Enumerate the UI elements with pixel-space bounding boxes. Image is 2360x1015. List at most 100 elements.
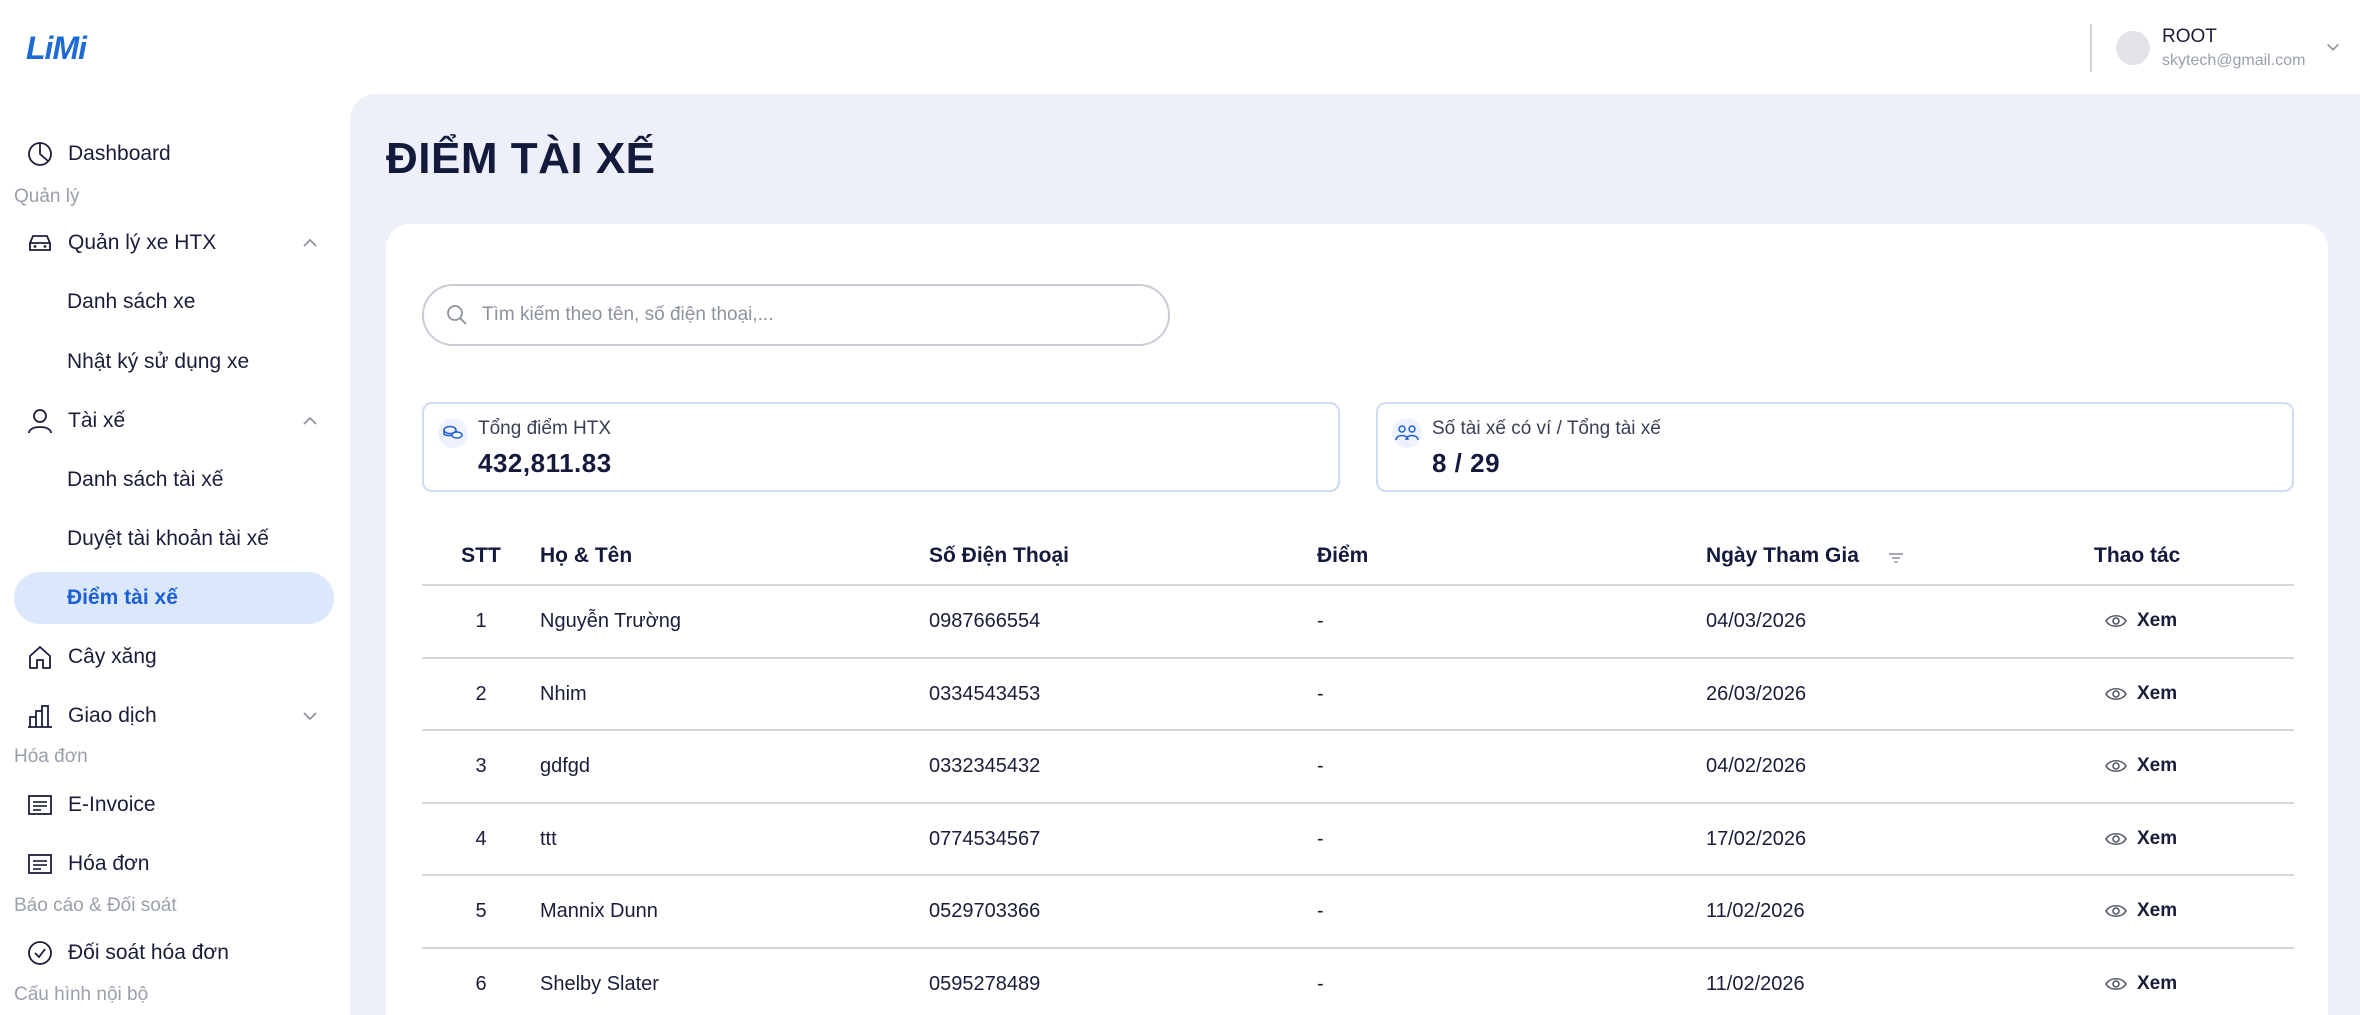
- table-row: 2 Nhim 0334543453 - 26/03/2026 Xem: [422, 659, 2294, 731]
- chevron-up-icon: [303, 238, 317, 247]
- eye-icon: [2105, 614, 2127, 628]
- chevron-down-icon[interactable]: [2324, 38, 2342, 56]
- sidebar-item-label: Điểm tài xế: [67, 586, 178, 609]
- sidebar-item-vehicle-list[interactable]: Danh sách xe: [14, 276, 334, 328]
- page-title: ĐIỂM TÀI XẾ: [386, 134, 656, 183]
- header-date[interactable]: Ngày Tham Gia: [1706, 544, 1859, 568]
- cell-name: gdfgd: [540, 755, 591, 777]
- sidebar-item-driver-list[interactable]: Danh sách tài xế: [14, 454, 334, 506]
- section-label-quanly: Quản lý: [14, 186, 80, 207]
- cell-stt: 3: [475, 755, 487, 777]
- sidebar-item-vehicle-log[interactable]: Nhật ký sử dụng xe: [14, 336, 334, 388]
- table-row: 1 Nguyễn Trường 0987666554 - 04/03/2026 Xem: [422, 586, 2294, 659]
- eye-icon: [2105, 759, 2127, 773]
- user-menu[interactable]: ROOT skytech@gmail.com: [2090, 24, 2360, 72]
- cell-stt: 2: [475, 682, 487, 705]
- cell-date: 11/02/2026: [1706, 900, 1805, 922]
- cell-points: -: [1317, 900, 1324, 922]
- view-button-label: Xem: [2137, 755, 2178, 776]
- view-button[interactable]: Xem: [2105, 828, 2177, 850]
- section-label-cauhinh: Cấu hình nội bộ: [14, 984, 149, 1005]
- view-button[interactable]: Xem: [2105, 973, 2177, 995]
- sidebar-item-driver-approve[interactable]: Duyệt tài khoản tài xế: [14, 513, 334, 565]
- cell-date: 26/03/2026: [1706, 682, 1807, 705]
- car-icon: [26, 229, 54, 257]
- invoice-icon: [26, 791, 54, 819]
- sidebar-item-label: Nhật ký sử dụng xe: [67, 350, 250, 373]
- eye-icon: [2105, 904, 2127, 918]
- sidebar-item-invoice[interactable]: Hóa đơn: [14, 838, 334, 890]
- cell-name: Nguyễn Trường: [540, 610, 682, 632]
- home-icon: [26, 643, 54, 671]
- sidebar-item-driver-points[interactable]: Điểm tài xế: [14, 572, 334, 624]
- header-points: Điểm: [1317, 544, 1369, 567]
- sidebar-item-label: Danh sách tài xế: [67, 468, 224, 491]
- sidebar-item-label: Tài xế: [68, 409, 126, 432]
- view-button-label: Xem: [2137, 682, 2178, 704]
- sidebar-item-dashboard[interactable]: Dashboard: [14, 128, 334, 180]
- eye-icon: [2105, 977, 2127, 990]
- cell-points: -: [1317, 827, 1324, 850]
- view-button[interactable]: Xem: [2105, 755, 2177, 777]
- view-button-label: Xem: [2137, 610, 2178, 631]
- cell-phone: 0595278489: [929, 972, 1041, 995]
- cell-points: -: [1317, 972, 1324, 995]
- main-content: ĐIỂM TÀI XẾ Tổng điểm HTX 432,811.83 Số …: [350, 94, 2360, 1015]
- sidebar-item-label: Cây xăng: [68, 645, 157, 668]
- stat-value: 432,811.83: [478, 448, 612, 478]
- cell-date: 11/02/2026: [1706, 972, 1805, 995]
- check-circle-icon: [26, 939, 54, 967]
- cell-name: ttt: [540, 827, 557, 850]
- eye-icon: [2105, 832, 2127, 845]
- drivers-table: STT Họ & Tên Số Điện Thoại Điểm Ngày Tha…: [422, 524, 2294, 1015]
- invoice-icon: [26, 850, 54, 878]
- chevron-up-icon: [303, 416, 317, 425]
- content-card: Tổng điểm HTX 432,811.83 Số tài xế có ví…: [386, 224, 2328, 1015]
- sidebar-group-vehicles[interactable]: Quản lý xe HTX: [14, 217, 334, 269]
- section-label-hoadon: Hóa đơn: [14, 746, 88, 767]
- bar-chart-icon: [26, 702, 54, 730]
- chevron-down-icon: [303, 712, 317, 721]
- user-email: skytech@gmail.com: [2162, 52, 2306, 69]
- filter-icon[interactable]: [1886, 548, 1906, 568]
- stat-label: Tổng điểm HTX: [478, 418, 612, 439]
- user-icon: [26, 407, 54, 435]
- cell-name: Shelby Slater: [540, 972, 659, 995]
- sidebar-item-reconcile[interactable]: Đối soát hóa đơn: [14, 927, 334, 979]
- header-name: Họ & Tên: [540, 544, 633, 567]
- cell-phone: 0529703366: [929, 900, 1041, 922]
- cell-phone: 0332345432: [929, 755, 1041, 777]
- cell-points: -: [1317, 682, 1324, 705]
- view-button[interactable]: Xem: [2105, 610, 2177, 632]
- cell-stt: 6: [475, 972, 487, 995]
- table-header: STT Họ & Tên Số Điện Thoại Điểm Ngày Tha…: [422, 524, 2294, 586]
- section-label-baocao: Báo cáo & Đối soát: [14, 895, 177, 916]
- sidebar-item-einvoice[interactable]: E-Invoice: [14, 779, 334, 831]
- eye-icon: [2105, 687, 2127, 700]
- search-icon: [447, 305, 467, 325]
- sidebar-item-label: Đối soát hóa đơn: [68, 941, 229, 964]
- search-box[interactable]: [422, 284, 1170, 346]
- cell-points: -: [1317, 755, 1324, 777]
- cell-date: 04/03/2026: [1706, 610, 1807, 632]
- app-logo[interactable]: LiMi: [26, 30, 87, 67]
- sidebar-group-transactions[interactable]: Giao dịch: [14, 690, 334, 742]
- cell-name: Nhim: [540, 682, 587, 705]
- sidebar-item-label: Danh sách xe: [67, 290, 196, 313]
- view-button[interactable]: Xem: [2105, 900, 2177, 922]
- cell-points: -: [1317, 610, 1324, 632]
- table-row: 5 Mannix Dunn 0529703366 - 11/02/2026 Xem: [422, 876, 2294, 949]
- view-button[interactable]: Xem: [2105, 683, 2177, 705]
- sidebar-item-label: E-Invoice: [68, 793, 156, 816]
- table-row: 3 gdfgd 0332345432 - 04/02/2026 Xem: [422, 731, 2294, 804]
- cell-stt: 1: [475, 610, 487, 632]
- table-row: 6 Shelby Slater 0595278489 - 11/02/2026 Xem: [422, 949, 2294, 1015]
- sidebar-group-drivers[interactable]: Tài xế: [14, 395, 334, 447]
- avatar: [2116, 31, 2150, 65]
- search-input[interactable]: [482, 304, 1122, 326]
- view-button-label: Xem: [2137, 827, 2178, 849]
- sidebar-item-gas-station[interactable]: Cây xăng: [14, 631, 334, 683]
- cell-phone: 0987666554: [929, 610, 1041, 632]
- cell-phone: 0774534567: [929, 827, 1041, 850]
- view-button-label: Xem: [2137, 972, 2178, 994]
